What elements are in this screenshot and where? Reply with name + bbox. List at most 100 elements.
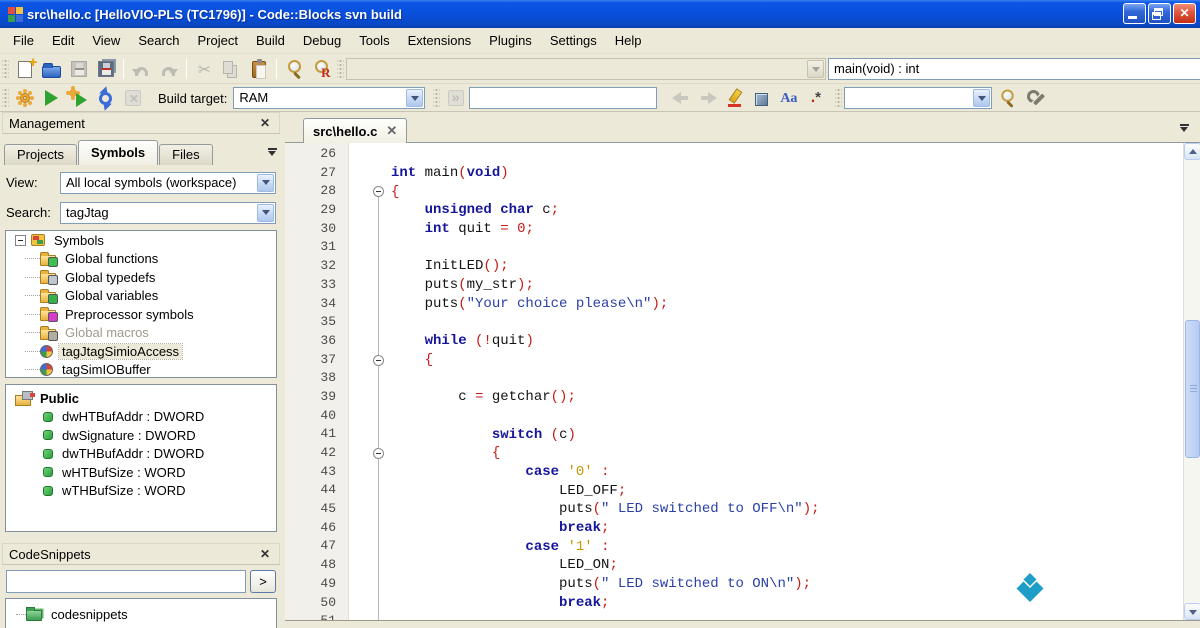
new-file-button[interactable] xyxy=(11,57,38,82)
menu-extensions[interactable]: Extensions xyxy=(399,29,481,52)
code-line[interactable]: 46 break; xyxy=(285,519,1183,538)
tree-item[interactable]: Global variables xyxy=(6,287,276,306)
menu-plugins[interactable]: Plugins xyxy=(480,29,541,52)
member-item[interactable]: dwHTBufAddr : DWORD xyxy=(6,408,276,427)
rebuild-button[interactable] xyxy=(92,86,119,111)
code-line[interactable]: 36 while (!quit) xyxy=(285,332,1183,351)
tree-item[interactable]: Global functions xyxy=(6,250,276,269)
menu-search[interactable]: Search xyxy=(129,29,188,52)
toolbar-search-combo[interactable] xyxy=(844,87,992,109)
code-line[interactable]: 50 break; xyxy=(285,594,1183,613)
toolbar-grip[interactable] xyxy=(835,88,842,108)
code-line[interactable]: 49 puts(" LED switched to ON\n"); xyxy=(285,575,1183,594)
toolbar-grip[interactable] xyxy=(337,59,344,79)
menu-tools[interactable]: Tools xyxy=(350,29,398,52)
code-line[interactable]: 48 LED_ON; xyxy=(285,556,1183,575)
menu-help[interactable]: Help xyxy=(606,29,651,52)
member-item[interactable]: dwTHBufAddr : DWORD xyxy=(6,445,276,464)
code-line[interactable]: 37 { xyxy=(285,351,1183,370)
search-magnifier-button[interactable] xyxy=(994,86,1021,111)
symbol-search-combo[interactable]: tagJtag xyxy=(60,202,276,224)
code-line[interactable]: 42 { xyxy=(285,444,1183,463)
codesnippets-search-button[interactable]: > xyxy=(250,570,276,593)
code-line[interactable]: 40 xyxy=(285,407,1183,426)
menu-view[interactable]: View xyxy=(83,29,129,52)
code-line[interactable]: 28{ xyxy=(285,182,1183,201)
tree-item[interactable]: Global macros xyxy=(6,324,276,343)
tree-item[interactable]: tagJtagSimioAccess xyxy=(6,342,276,361)
tab-files[interactable]: Files xyxy=(159,144,212,165)
tree-item[interactable]: Preprocessor symbols xyxy=(6,305,276,324)
code-line[interactable]: 27int main(void) xyxy=(285,164,1183,183)
replace-button[interactable] xyxy=(308,57,335,82)
code-line[interactable]: 44 LED_OFF; xyxy=(285,481,1183,500)
regex-button[interactable] xyxy=(802,86,829,111)
minimize-button[interactable] xyxy=(1123,3,1146,24)
code-line[interactable]: 35 xyxy=(285,313,1183,332)
incremental-search-input[interactable] xyxy=(469,87,657,109)
editor-body[interactable]: 2627int main(void)28{29 unsigned char c;… xyxy=(285,143,1200,621)
code-line[interactable]: 29 unsigned char c; xyxy=(285,201,1183,220)
tab-list-dropdown-icon[interactable] xyxy=(268,148,278,156)
code-area[interactable]: 2627int main(void)28{29 unsigned char c;… xyxy=(285,145,1183,621)
highlight-marker-button[interactable] xyxy=(721,86,748,111)
combo-dropdown-button[interactable] xyxy=(973,89,990,107)
combo-dropdown-button[interactable] xyxy=(406,89,423,107)
menu-debug[interactable]: Debug xyxy=(294,29,350,52)
save-all-button[interactable] xyxy=(92,57,119,82)
menu-settings[interactable]: Settings xyxy=(541,29,606,52)
code-line[interactable]: 38 xyxy=(285,369,1183,388)
toolbar-grip[interactable] xyxy=(2,88,9,108)
build-and-run-button[interactable] xyxy=(65,86,92,111)
view-combo[interactable]: All local symbols (workspace) xyxy=(60,172,276,194)
tab-list-dropdown-icon[interactable] xyxy=(1180,124,1190,132)
code-line[interactable]: 47 case '1' : xyxy=(285,537,1183,556)
toolbar-grip[interactable] xyxy=(433,88,440,108)
codesnippets-search-input[interactable] xyxy=(6,570,246,593)
code-line[interactable]: 34 puts("Your choice please\n"); xyxy=(285,295,1183,314)
tree-item[interactable]: tagSimIOBuffer xyxy=(6,361,276,379)
code-completion-function-combo[interactable]: main(void) : int xyxy=(828,58,1200,80)
paste-button[interactable] xyxy=(245,57,272,82)
tab-symbols[interactable]: Symbols xyxy=(78,140,158,165)
menu-file[interactable]: File xyxy=(4,29,43,52)
code-line[interactable]: 26 xyxy=(285,145,1183,164)
collapse-expander-icon[interactable] xyxy=(15,235,26,246)
fold-collapse-icon[interactable] xyxy=(373,448,384,459)
scroll-up-button[interactable] xyxy=(1184,143,1200,160)
menu-build[interactable]: Build xyxy=(247,29,294,52)
menu-edit[interactable]: Edit xyxy=(43,29,83,52)
compile-gear-button[interactable] xyxy=(11,86,38,111)
toolbar-grip[interactable] xyxy=(2,59,9,79)
run-button[interactable] xyxy=(38,86,65,111)
editor-tab[interactable]: src\hello.c ✕ xyxy=(303,118,407,143)
tab-projects[interactable]: Projects xyxy=(4,144,77,165)
tab-close-icon[interactable]: ✕ xyxy=(386,126,397,136)
code-line[interactable]: 33 puts(my_str); xyxy=(285,276,1183,295)
scroll-down-button[interactable] xyxy=(1184,603,1200,620)
code-line[interactable]: 31 xyxy=(285,238,1183,257)
scrollbar-thumb[interactable] xyxy=(1185,320,1200,458)
code-line[interactable]: 41 switch (c) xyxy=(285,425,1183,444)
vertical-scrollbar[interactable] xyxy=(1183,143,1200,620)
member-item[interactable]: wTHBufSize : WORD xyxy=(6,482,276,501)
codesnippets-close-icon[interactable]: ✕ xyxy=(257,547,273,562)
tree-item[interactable]: Global typedefs xyxy=(6,268,276,287)
management-close-icon[interactable]: ✕ xyxy=(257,116,273,131)
build-target-combo[interactable]: RAM xyxy=(233,87,425,109)
fold-collapse-icon[interactable] xyxy=(373,355,384,366)
tree-item[interactable]: codesnippets xyxy=(6,605,276,624)
menu-project[interactable]: Project xyxy=(189,29,247,52)
code-line[interactable]: 39 c = getchar(); xyxy=(285,388,1183,407)
combo-dropdown-button[interactable] xyxy=(257,204,274,222)
goto-symbol-button[interactable] xyxy=(748,86,775,111)
code-line[interactable]: 30 int quit = 0; xyxy=(285,220,1183,239)
tree-item[interactable]: Symbols xyxy=(6,231,276,250)
code-line[interactable]: 45 puts(" LED switched to OFF\n"); xyxy=(285,500,1183,519)
member-item[interactable]: wHTBufSize : WORD xyxy=(6,463,276,482)
open-file-button[interactable] xyxy=(38,57,65,82)
combo-dropdown-button[interactable] xyxy=(257,174,274,192)
match-case-button[interactable] xyxy=(775,86,802,111)
fold-collapse-icon[interactable] xyxy=(373,186,384,197)
find-button[interactable] xyxy=(281,57,308,82)
